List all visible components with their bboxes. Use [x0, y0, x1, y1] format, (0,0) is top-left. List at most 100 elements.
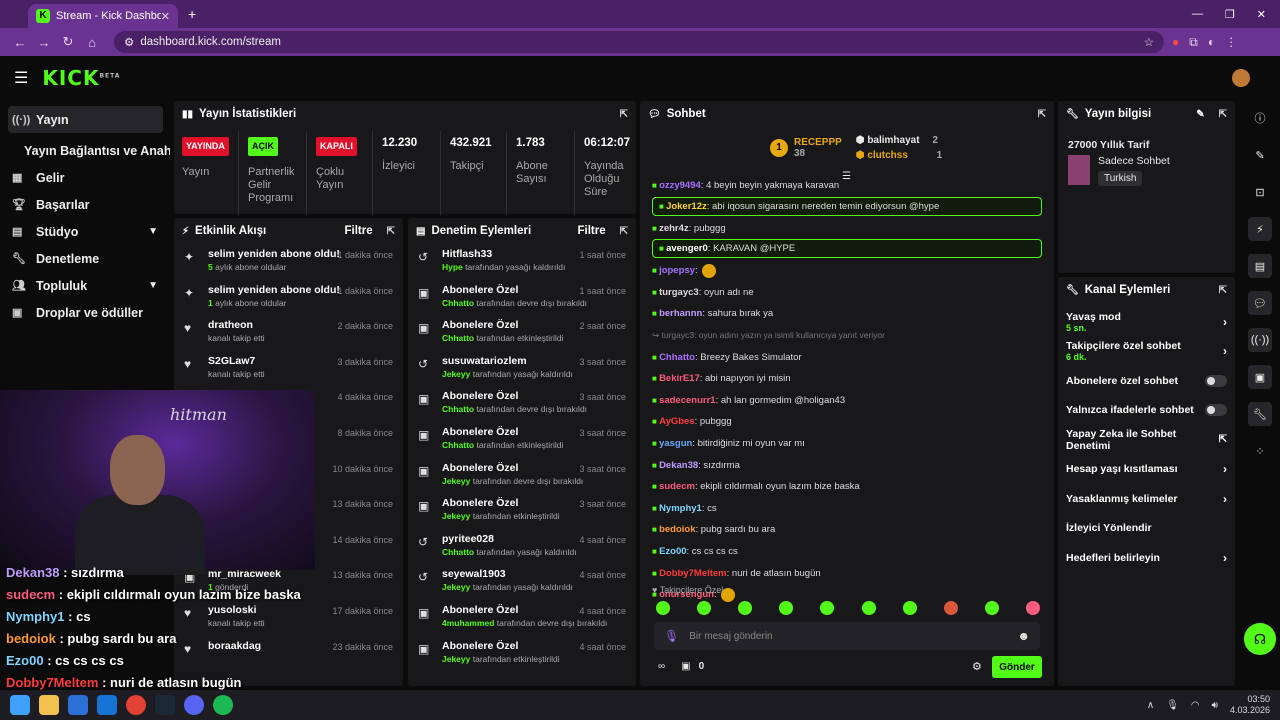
chat-username[interactable]: turgayc3	[659, 287, 699, 298]
moderator-name[interactable]: Chhatto	[442, 404, 474, 414]
forward-icon[interactable]: →	[32, 35, 56, 50]
chat-username[interactable]: Nymphy1	[659, 503, 702, 514]
outlook-icon[interactable]	[97, 695, 117, 715]
radio-icon[interactable]: ((·))	[1248, 328, 1272, 352]
close-window-icon[interactable]: ✕	[1257, 8, 1266, 21]
chevron-right-icon[interactable]: ›	[1223, 344, 1227, 358]
emote-icon[interactable]	[1025, 601, 1040, 615]
send-button[interactable]: Gönder	[992, 656, 1042, 678]
back-icon[interactable]: ←	[8, 35, 32, 50]
store-icon[interactable]	[68, 695, 88, 715]
chat-username[interactable]: Ezo00	[659, 546, 686, 557]
filter-button[interactable]: Filtre	[344, 225, 372, 237]
moderator-name[interactable]: Chhatto	[442, 547, 474, 557]
popout-icon[interactable]: ⇱	[1219, 109, 1227, 120]
windows-start-icon[interactable]	[10, 695, 30, 715]
emoji-icon[interactable]: ☻	[1017, 629, 1030, 643]
chat-username[interactable]: sadecenurr1	[659, 395, 716, 406]
screenshot-icon[interactable]: ⊡	[1248, 180, 1272, 204]
mic-icon[interactable]: 🎙︎	[1166, 700, 1179, 711]
more-dots-icon[interactable]: ⁘	[1248, 439, 1272, 463]
chat-username[interactable]: ozzy9494	[659, 180, 701, 191]
chrome-icon[interactable]	[126, 695, 146, 715]
channel-action-item[interactable]: Abonelere özel sohbet	[1058, 366, 1235, 396]
moderator-name[interactable]: Hype	[442, 262, 463, 272]
browser-tab[interactable]: K Stream - Kick Dashboard ✕	[28, 4, 178, 28]
moderator-name[interactable]: Jekeyy	[442, 511, 470, 521]
kick-logo[interactable]: KICKBETA	[42, 66, 120, 90]
channel-action-item[interactable]: Yalnızca ifadelerle sohbet	[1058, 396, 1235, 426]
external-link-icon[interactable]: ⇱	[1219, 434, 1227, 445]
chevron-down-icon[interactable]: ▼	[148, 226, 158, 237]
chat-input[interactable]: 🎙︎ Bir mesaj gönderin ☻	[654, 622, 1040, 650]
extension-red-icon[interactable]: ●	[1172, 35, 1179, 50]
profile-avatar-icon[interactable]: ◐	[1208, 35, 1215, 50]
chat-username[interactable]: berhannn	[659, 308, 702, 319]
popout-icon[interactable]: ⇱	[387, 226, 395, 237]
toggle-switch[interactable]	[1205, 374, 1227, 387]
emote-icon[interactable]	[656, 601, 670, 615]
channel-action-item[interactable]: Yasaklanmış kelimeler ›	[1058, 484, 1235, 514]
emote-icon[interactable]	[697, 601, 712, 615]
home-icon[interactable]: ⌂	[80, 35, 104, 50]
channel-action-item[interactable]: Takipçilere özel sohbet 6 dk. ›	[1058, 337, 1235, 367]
browser-menu-icon[interactable]: ⋮	[1225, 35, 1237, 50]
channel-action-item[interactable]: Yavaş mod 5 sn. ›	[1058, 307, 1235, 337]
edit-pencil-icon[interactable]: ✎	[1196, 109, 1204, 120]
chat-username[interactable]: Dobby7Meltem	[659, 568, 727, 579]
wifi-icon[interactable]: ◠	[1191, 700, 1200, 711]
sidebar-item-denetleme[interactable]: 🔧︎ Denetleme	[0, 245, 170, 272]
moderator-name[interactable]: Chhatto	[442, 440, 474, 450]
support-headset-button[interactable]: ☊	[1244, 623, 1276, 655]
moderator-name[interactable]: 4muhammed	[442, 618, 494, 628]
popout-icon[interactable]: ⇱	[1038, 109, 1046, 120]
file-explorer-icon[interactable]	[39, 695, 59, 715]
hamburger-menu-icon[interactable]: ☰	[14, 68, 28, 88]
popout-icon[interactable]: ⇱	[620, 226, 628, 237]
lightning-icon[interactable]: ⚡︎	[1248, 217, 1272, 241]
chat-bubble-icon[interactable]: 💬︎	[1248, 291, 1272, 315]
discord-icon[interactable]	[184, 695, 204, 715]
sidebar-item-studyo[interactable]: ▤ Stüdyo ▼	[0, 218, 170, 245]
chat-username[interactable]: AyGbes	[659, 416, 695, 427]
moderator-name[interactable]: Jekeyy	[442, 582, 470, 592]
edit-pencil-icon[interactable]: ✎	[1248, 143, 1272, 167]
channel-action-item[interactable]: İzleyici Yönlendir	[1058, 514, 1235, 544]
new-tab-button[interactable]: +	[188, 6, 196, 22]
reload-icon[interactable]: ↻	[56, 34, 80, 50]
chat-username[interactable]: Dekan38	[659, 460, 698, 471]
emote-icon[interactable]	[861, 601, 876, 615]
gift-icon[interactable]: ▣	[681, 661, 690, 672]
chat-username[interactable]: zehr4z	[659, 223, 689, 234]
emote-icon[interactable]	[820, 601, 835, 615]
chevron-right-icon[interactable]: ›	[1223, 492, 1227, 506]
moderator-name[interactable]: Jekeyy	[442, 654, 470, 664]
chat-settings-icon[interactable]: ⚙	[972, 660, 982, 673]
wrench-icon[interactable]: 🔧︎	[1248, 402, 1272, 426]
close-tab-icon[interactable]: ✕	[161, 10, 170, 23]
sidebar-item-yayin[interactable]: ((·)) Yayın	[8, 106, 163, 133]
layout-icon[interactable]: ▣	[1248, 365, 1272, 389]
site-info-icon[interactable]: ⚙	[124, 35, 134, 49]
restore-icon[interactable]: ❐	[1225, 8, 1235, 21]
chevron-right-icon[interactable]: ›	[1223, 315, 1227, 329]
spotify-icon[interactable]	[213, 695, 233, 715]
moderator-name[interactable]: Jekeyy	[442, 369, 470, 379]
tray-chevron-up-icon[interactable]: ∧	[1147, 700, 1154, 711]
address-bar[interactable]: ⚙ dashboard.kick.com/stream ☆	[114, 31, 1164, 53]
chat-username[interactable]: jopepsy	[659, 265, 695, 276]
emote-icon[interactable]	[943, 601, 958, 615]
sidebar-item-basarilar[interactable]: 🏆︎ Başarılar	[0, 191, 170, 218]
chevron-right-icon[interactable]: ›	[1223, 551, 1227, 565]
moderator-name[interactable]: Chhatto	[442, 298, 474, 308]
mic-icon[interactable]: 🎙︎	[664, 629, 679, 643]
extensions-puzzle-icon[interactable]: ⧉	[1189, 35, 1198, 50]
popout-icon[interactable]: ⇱	[620, 109, 628, 120]
moderator-name[interactable]: Jekeyy	[442, 476, 470, 486]
channel-action-item[interactable]: Yapay Zeka ile Sohbet Denetimi ⇱	[1058, 425, 1235, 455]
system-clock[interactable]: 03:50 4.03.2026	[1230, 694, 1270, 716]
chevron-down-icon[interactable]: ▼	[148, 280, 158, 291]
info-icon[interactable]: ⓘ	[1248, 106, 1272, 130]
chevron-right-icon[interactable]: ›	[1223, 462, 1227, 476]
bookmark-star-icon[interactable]: ☆	[1144, 35, 1154, 49]
